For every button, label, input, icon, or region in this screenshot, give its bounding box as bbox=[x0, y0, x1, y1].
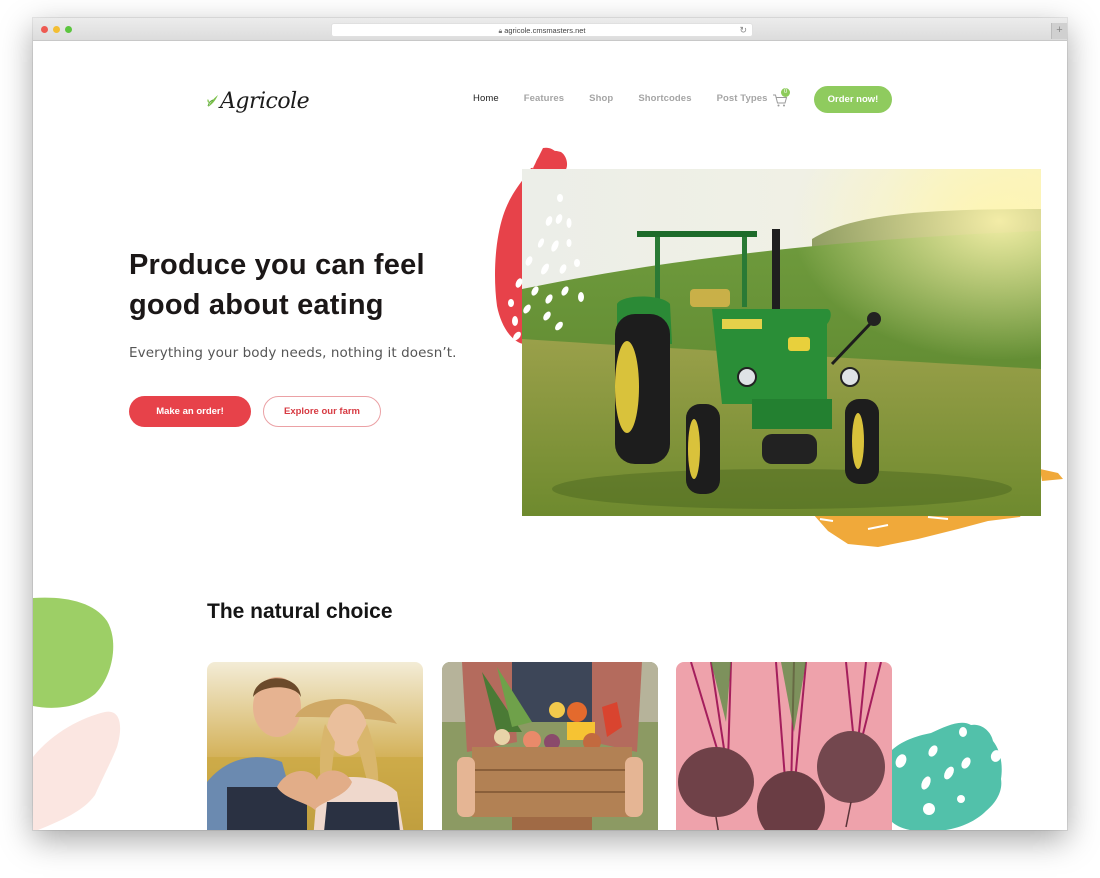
section-title: The natural choice bbox=[207, 600, 393, 623]
order-now-button[interactable]: Order now! bbox=[814, 86, 892, 113]
leaf-icon bbox=[207, 95, 218, 107]
url-text: agricole.cmsmasters.net bbox=[504, 26, 586, 35]
card-vegetable-crate[interactable] bbox=[442, 662, 658, 830]
nav-item-home[interactable]: Home bbox=[473, 93, 499, 104]
nav-item-shop[interactable]: Shop bbox=[589, 93, 613, 104]
blush-blob-decoration bbox=[33, 711, 121, 830]
explore-farm-button[interactable]: Explore our farm bbox=[263, 396, 381, 427]
cart-count-badge: 0 bbox=[781, 88, 790, 97]
farmers-couple-image bbox=[207, 662, 423, 830]
address-bar[interactable]: 🔒︎ agricole.cmsmasters.net ↻ bbox=[331, 23, 753, 37]
new-tab-button[interactable]: + bbox=[1051, 23, 1067, 39]
green-blob-decoration bbox=[33, 597, 114, 708]
logo-text: Agricole bbox=[220, 88, 310, 114]
beets-image bbox=[676, 662, 892, 830]
screen: 🔒︎ agricole.cmsmasters.net ↻ + Agricole H… bbox=[0, 0, 1100, 878]
hero-tractor-image bbox=[522, 169, 1041, 516]
nav-item-post-types[interactable]: Post Types bbox=[717, 93, 768, 104]
site-logo[interactable]: Agricole bbox=[207, 86, 310, 116]
main-nav: Home Features Shop Shortcodes Post Types bbox=[473, 93, 793, 104]
close-window-button[interactable] bbox=[41, 26, 48, 33]
vegetable-crate-image bbox=[442, 662, 658, 830]
reload-icon[interactable]: ↻ bbox=[739, 24, 747, 37]
teal-blob-decoration bbox=[891, 722, 1002, 830]
browser-titlebar: 🔒︎ agricole.cmsmasters.net ↻ + bbox=[33, 18, 1067, 41]
hero-title: Produce you can feel good about eating bbox=[129, 249, 425, 321]
minimize-window-button[interactable] bbox=[53, 26, 60, 33]
lock-icon: 🔒︎ bbox=[498, 28, 503, 35]
browser-window: 🔒︎ agricole.cmsmasters.net ↻ + Agricole H… bbox=[33, 18, 1067, 830]
nav-item-features[interactable]: Features bbox=[524, 93, 564, 104]
maximize-window-button[interactable] bbox=[65, 26, 72, 33]
white-droplets-decoration bbox=[508, 194, 584, 341]
card-farmers-couple[interactable] bbox=[207, 662, 423, 830]
nav-item-shortcodes[interactable]: Shortcodes bbox=[638, 93, 691, 104]
web-page: Agricole Home Features Shop Shortcodes P… bbox=[33, 41, 1067, 830]
make-order-button[interactable]: Make an order! bbox=[129, 396, 251, 427]
hero-subtitle: Everything your body needs, nothing it d… bbox=[129, 345, 457, 361]
card-beets[interactable] bbox=[676, 662, 892, 830]
